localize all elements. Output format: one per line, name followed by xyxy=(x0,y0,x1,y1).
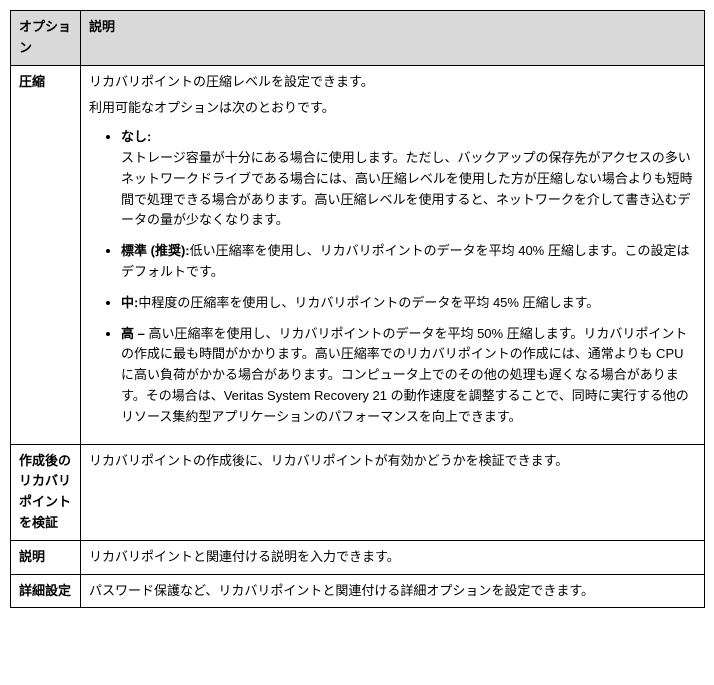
row-description: 説明 リカバリポイントと関連付ける説明を入力できます。 xyxy=(11,540,705,574)
row-description-body: リカバリポイントと関連付ける説明を入力できます。 xyxy=(81,540,705,574)
option-standard: 標準 (推奨):低い圧縮率を使用し、リカバリポイントのデータを平均 40% 圧縮… xyxy=(121,241,696,283)
option-high-body: 高い圧縮率を使用し、リカバリポイントのデータを平均 50% 圧縮します。リカバリ… xyxy=(121,326,689,424)
row-advanced-title: 詳細設定 xyxy=(11,574,81,608)
option-medium-body: 中程度の圧縮率を使用し、リカバリポイントのデータを平均 45% 圧縮します。 xyxy=(138,295,599,310)
option-none-label: なし: xyxy=(121,129,151,144)
row-verify: 作成後のリカバリポイントを検証 リカバリポイントの作成後に、リカバリポイントが有… xyxy=(11,444,705,540)
option-standard-body: 低い圧縮率を使用し、リカバリポイントのデータを平均 40% 圧縮します。この設定… xyxy=(121,243,690,279)
table-header-row: オプション 説明 xyxy=(11,11,705,66)
options-table: オプション 説明 圧縮 リカバリポイントの圧縮レベルを設定できます。 利用可能な… xyxy=(10,10,705,608)
option-medium-label: 中: xyxy=(121,295,138,310)
row-verify-body: リカバリポイントの作成後に、リカバリポイントが有効かどうかを検証できます。 xyxy=(81,444,705,540)
header-option: オプション xyxy=(11,11,81,66)
row-description-title: 説明 xyxy=(11,540,81,574)
compression-intro2: 利用可能なオプションは次のとおりです。 xyxy=(89,98,696,119)
row-compression-title: 圧縮 xyxy=(11,65,81,444)
row-verify-title: 作成後のリカバリポイントを検証 xyxy=(11,444,81,540)
option-none: なし: ストレージ容量が十分にある場合に使用します。ただし、バックアップの保存先… xyxy=(121,127,696,231)
option-medium: 中:中程度の圧縮率を使用し、リカバリポイントのデータを平均 45% 圧縮します。 xyxy=(121,293,696,314)
option-standard-label: 標準 (推奨): xyxy=(121,243,190,258)
row-compression-desc: リカバリポイントの圧縮レベルを設定できます。 利用可能なオプションは次のとおりで… xyxy=(81,65,705,444)
compression-options-list: なし: ストレージ容量が十分にある場合に使用します。ただし、バックアップの保存先… xyxy=(89,127,696,427)
option-none-body: ストレージ容量が十分にある場合に使用します。ただし、バックアップの保存先がアクセ… xyxy=(121,150,693,227)
row-advanced-body: パスワード保護など、リカバリポイントと関連付ける詳細オプションを設定できます。 xyxy=(81,574,705,608)
row-advanced: 詳細設定 パスワード保護など、リカバリポイントと関連付ける詳細オプションを設定で… xyxy=(11,574,705,608)
row-compression: 圧縮 リカバリポイントの圧縮レベルを設定できます。 利用可能なオプションは次のと… xyxy=(11,65,705,444)
option-high-label: 高 – xyxy=(121,326,148,341)
compression-intro1: リカバリポイントの圧縮レベルを設定できます。 xyxy=(89,72,696,93)
header-description: 説明 xyxy=(81,11,705,66)
option-high: 高 – 高い圧縮率を使用し、リカバリポイントのデータを平均 50% 圧縮します。… xyxy=(121,324,696,428)
